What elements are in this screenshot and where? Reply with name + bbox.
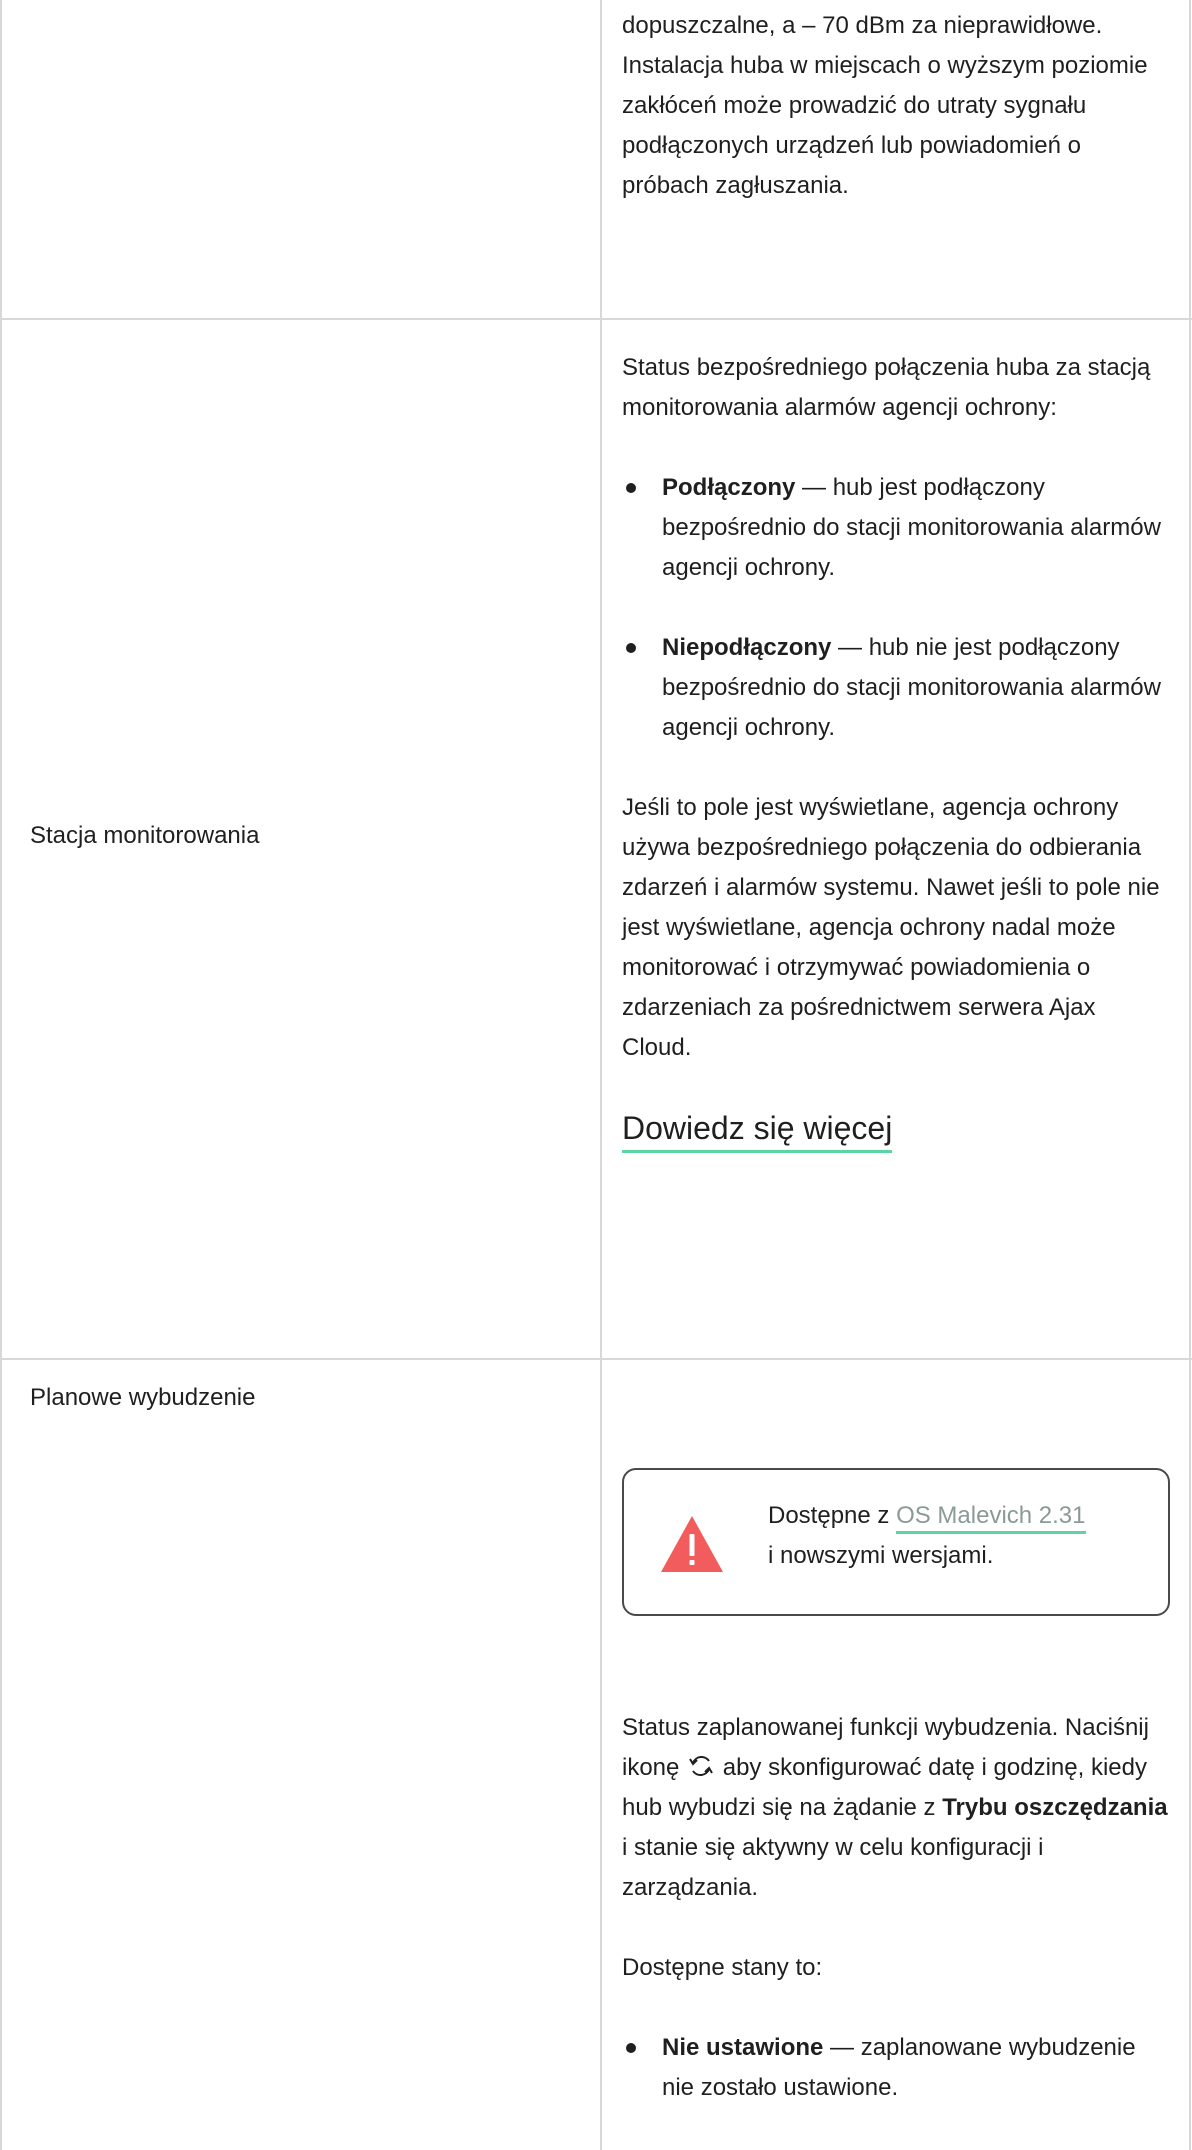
learn-more-link[interactable]: Dowiedz się więcej: [622, 1108, 893, 1153]
refresh-icon: [689, 1756, 713, 1776]
row-divider: [0, 318, 1192, 320]
row-divider: [0, 1358, 1192, 1360]
bullet-term: Niepodłączony: [662, 634, 832, 661]
row3-states-list: Nie ustawione — zaplanowane wybudzenie n…: [622, 2028, 1170, 2108]
row2-content: Status bezpośredniego połączenia huba za…: [622, 348, 1170, 1153]
row1-content: dopuszczalne, a – 70 dBm za nieprawidłow…: [622, 6, 1170, 206]
row3-status-bold: Trybu oszczędzania: [942, 1794, 1168, 1821]
warning-icon: [661, 1516, 723, 1572]
warning-suffix: i nowszymi wersjami.: [768, 1542, 994, 1569]
warning-text: Dostępne z OS Malevich 2.31 i nowszymi w…: [768, 1496, 1148, 1576]
bullet-term: Nie ustawione: [662, 2034, 824, 2061]
spec-table: dopuszczalne, a – 70 dBm za nieprawidłow…: [0, 0, 1192, 2150]
row3-content: Status zaplanowanej funkcji wybudzenia. …: [622, 1708, 1170, 2108]
row2-note: Jeśli to pole jest wyświetlane, agencja …: [622, 794, 1160, 1061]
row1-text: dopuszczalne, a – 70 dBm za nieprawidłow…: [622, 12, 1148, 199]
warning-prefix: Dostępne z: [768, 1502, 897, 1529]
warning-callout: Dostępne z OS Malevich 2.31 i nowszymi w…: [622, 1468, 1170, 1616]
list-item: Podłączony — hub jest podłączony bezpośr…: [622, 468, 1170, 588]
row2-intro: Status bezpośredniego połączenia huba za…: [622, 354, 1151, 421]
os-version-link[interactable]: OS Malevich 2.31: [896, 1502, 1086, 1534]
table-border-right: [1189, 0, 1191, 2150]
row3-status: Status zaplanowanej funkcji wybudzenia. …: [622, 1708, 1170, 1908]
row2-status-list: Podłączony — hub jest podłączony bezpośr…: [622, 468, 1170, 748]
row3-label: Planowe wybudzenie: [30, 1384, 256, 1411]
row3-status-part3: i stanie się aktywny w celu konfiguracji…: [622, 1834, 1044, 1901]
bullet-term: Podłączony: [662, 474, 796, 501]
row2-label: Stacja monitorowania: [30, 822, 260, 849]
list-item: Niepodłączony — hub nie jest podłączony …: [622, 628, 1170, 748]
list-item: Nie ustawione — zaplanowane wybudzenie n…: [622, 2028, 1170, 2108]
row3-states-intro: Dostępne stany to:: [622, 1954, 823, 1981]
table-column-divider: [600, 0, 602, 2150]
table-border-left: [0, 0, 2, 2150]
